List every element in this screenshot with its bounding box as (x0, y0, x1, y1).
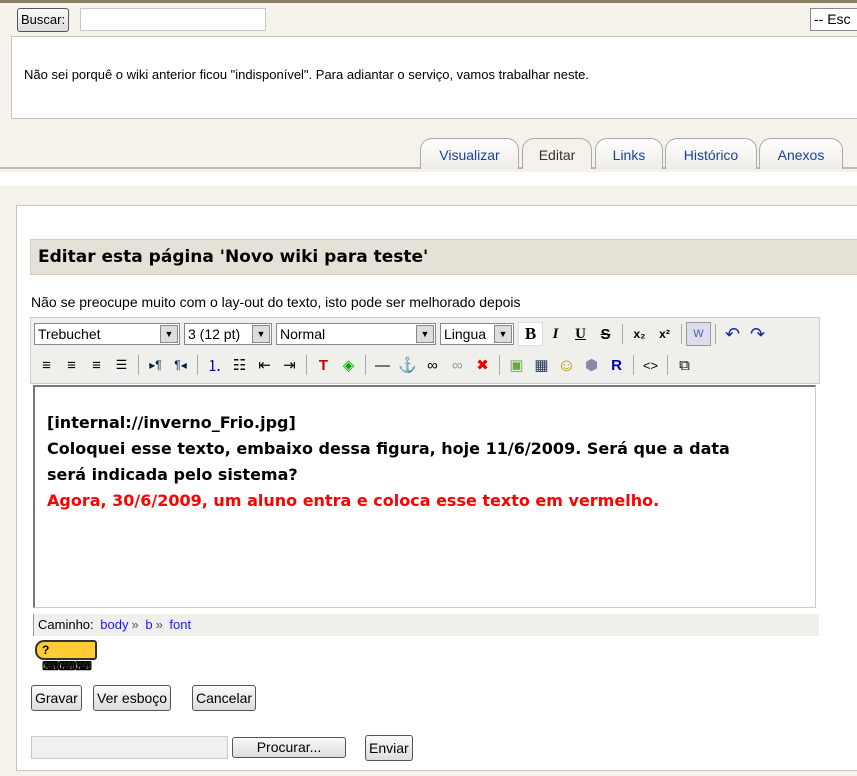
bold-icon[interactable]: B (518, 322, 543, 346)
font-select[interactable]: Trebuchet ▼ (34, 323, 180, 345)
top-border (0, 0, 857, 3)
file-input[interactable] (31, 736, 228, 759)
toolbar-separator (138, 355, 139, 375)
toolbar-separator (622, 324, 623, 344)
align-left-icon[interactable]: ≡ (34, 353, 59, 377)
toolbar-separator (499, 355, 500, 375)
cancel-button[interactable]: Cancelar (192, 685, 257, 711)
toolbar-separator (365, 355, 366, 375)
paste-word-icon[interactable]: W (686, 322, 711, 346)
unlink-icon[interactable]: ∞ (445, 353, 470, 377)
smiley-icon[interactable]: ☺ (554, 353, 579, 377)
tab-editar[interactable]: Editar (522, 138, 592, 169)
search-button[interactable]: Buscar: (17, 8, 70, 32)
justify-icon[interactable]: ☰ (109, 353, 134, 377)
send-button[interactable]: Enviar (365, 735, 413, 761)
notice-text: Não sei porquê o wiki anterior ficou "in… (24, 67, 589, 82)
path-label: Caminho: (38, 617, 94, 632)
path-item-b[interactable]: b (145, 617, 152, 632)
editor-toolbar: Trebuchet ▼ 3 (12 pt) ▼ Normal ▼ Lingua ▼ BI… (30, 317, 820, 384)
page-select[interactable]: -- Esc (810, 8, 857, 31)
outdent-icon[interactable]: ⇤ (252, 353, 277, 377)
align-center-icon[interactable]: ≡ (59, 353, 84, 377)
element-path: Caminho: body» b» font (33, 614, 819, 636)
chevron-down-icon: ▼ (416, 325, 434, 343)
fullscreen-icon[interactable]: ⧉ (672, 353, 697, 377)
help-mark: ? (42, 643, 50, 657)
editor-line: Coloquei esse texto, embaixo dessa figur… (47, 439, 730, 484)
editor-content[interactable]: [internal://inverno_Frio.jpg] Coloquei e… (33, 385, 816, 608)
link-icon[interactable]: ∞ (420, 353, 445, 377)
strikethrough-icon[interactable]: S (593, 322, 618, 346)
format-select[interactable]: Normal ▼ (276, 323, 436, 345)
undo-icon[interactable]: ↶ (720, 322, 745, 346)
html-source-icon[interactable]: <> (638, 353, 663, 377)
tab-historico[interactable]: Histórico (665, 138, 757, 169)
chevron-down-icon: ▼ (160, 325, 178, 343)
superscript-icon[interactable]: x² (652, 322, 677, 346)
unordered-list-icon[interactable]: ☷ (227, 353, 252, 377)
italic-icon[interactable]: I (543, 322, 568, 346)
edit-hint: Não se preocupe muito com o lay-out do t… (31, 294, 521, 310)
font-value: Trebuchet (38, 326, 101, 342)
tab-visualizar[interactable]: Visualizar (420, 138, 519, 169)
editor-line-red: Agora, 30/6/2009, um aluno entra e coloc… (47, 491, 660, 510)
toolbar-separator (633, 355, 634, 375)
page-title: Editar esta página 'Novo wiki para teste… (30, 239, 857, 275)
table-icon[interactable]: ▦ (529, 353, 554, 377)
toolbar-separator (306, 355, 307, 375)
preview-button[interactable]: Ver esboço (93, 685, 172, 711)
special-char-icon[interactable]: ⬢ (579, 353, 604, 377)
chevron-down-icon: ▼ (494, 325, 512, 343)
format-value: Normal (280, 326, 326, 342)
tab-anexos[interactable]: Anexos (759, 138, 843, 169)
keyboard-help-icon[interactable]: ? ⌨⌨⌨ (35, 640, 97, 673)
chevron-down-icon: ▼ (252, 325, 270, 343)
language-value: Lingua (444, 326, 487, 342)
horizontal-rule-icon[interactable]: — (370, 353, 395, 377)
browse-button[interactable]: Procurar... (232, 737, 346, 758)
image-icon[interactable]: ▣ (504, 353, 529, 377)
anchor-icon[interactable]: ⚓ (395, 353, 420, 377)
redo-icon[interactable]: ↷ (745, 322, 770, 346)
size-value: 3 (12 pt) (188, 326, 241, 342)
path-sep: » (131, 617, 139, 632)
save-button[interactable]: Gravar (31, 685, 82, 711)
tab-links[interactable]: Links (595, 138, 663, 169)
divider (0, 172, 857, 186)
toolbar-separator (681, 324, 682, 344)
toolbar-separator (667, 355, 668, 375)
underline-icon[interactable]: U (568, 322, 593, 346)
search-input[interactable] (80, 8, 266, 31)
remove-link-icon[interactable]: ✖ (470, 353, 495, 377)
size-select[interactable]: 3 (12 pt) ▼ (184, 323, 272, 345)
notice-box: Não sei porquê o wiki anterior ficou "in… (11, 36, 857, 119)
subscript-icon[interactable]: x₂ (627, 322, 652, 346)
toolbar-separator (715, 324, 716, 344)
path-item-body[interactable]: body (100, 617, 128, 632)
indent-icon[interactable]: ⇥ (277, 353, 302, 377)
path-item-font[interactable]: font (169, 617, 191, 632)
language-select[interactable]: Lingua ▼ (440, 323, 514, 345)
path-sep: » (155, 617, 163, 632)
align-right-icon[interactable]: ≡ (84, 353, 109, 377)
background-color-icon[interactable]: ◈ (336, 353, 361, 377)
ordered-list-icon[interactable]: ⒈ (202, 353, 227, 377)
text-color-icon[interactable]: T (311, 353, 336, 377)
ltr-icon[interactable]: ▸¶ (143, 353, 168, 377)
rtl-icon[interactable]: ¶◂ (168, 353, 193, 377)
editor-line: [internal://inverno_Frio.jpg] (47, 413, 296, 432)
toolbar-separator (197, 355, 198, 375)
find-replace-icon[interactable]: R (604, 353, 629, 377)
